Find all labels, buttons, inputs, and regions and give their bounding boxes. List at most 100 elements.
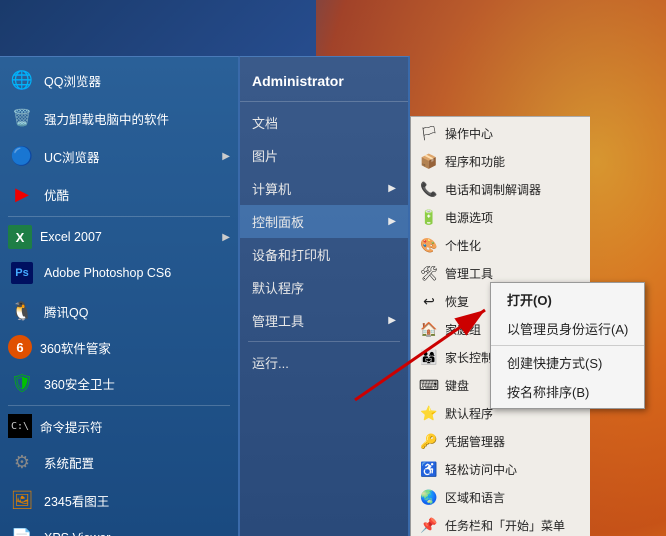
sidebar-item-photoshop[interactable]: Ps Adobe Photoshop CS6 (0, 254, 238, 292)
middle-divider (248, 341, 400, 342)
middle-item-manage-tools[interactable]: 管理工具 ▶ (240, 304, 408, 337)
taskbar-label: 任务栏和「开始」菜单 (445, 517, 565, 534)
divider-1 (8, 216, 230, 217)
computer-label: 计算机 (252, 179, 291, 198)
username-label: Administrator (252, 73, 344, 89)
personalization-label: 个性化 (445, 237, 481, 254)
sidebar-item-2345viewer[interactable]: 🖼 2345看图王 (0, 481, 238, 519)
right-item-region-language[interactable]: 🌏 区域和语言 (411, 483, 590, 511)
credential-manager-icon: 🔑 (419, 431, 439, 451)
sidebar-item-qq-browser[interactable]: 🌐 QQ浏览器 (0, 61, 238, 99)
documents-label: 文档 (252, 113, 278, 132)
excel-icon: X (8, 225, 32, 249)
uc-browser-label: UC浏览器 (44, 147, 100, 166)
xps-viewer-icon: 📄 (8, 524, 36, 536)
context-run-as-admin-label: 以管理员身份运行(A) (507, 322, 628, 337)
middle-item-pictures[interactable]: 图片 (240, 139, 408, 172)
parental-controls-label: 家长控制 (445, 349, 493, 366)
tencent-qq-label: 腾讯QQ (44, 302, 88, 321)
admin-tools-label: 管理工具 (445, 265, 493, 282)
default-programs-label: 默认程序 (252, 278, 304, 297)
middle-item-control-panel[interactable]: 控制面板 ▶ (240, 205, 408, 238)
sidebar-item-youku[interactable]: ▶ 优酷 (0, 175, 238, 213)
sidebar-item-360-manager[interactable]: 6 360软件管家 (0, 330, 238, 364)
photoshop-icon: Ps (8, 259, 36, 287)
middle-item-default-programs[interactable]: 默认程序 (240, 271, 408, 304)
right-item-phone-modem[interactable]: 📞 电话和调制解调器 (411, 175, 590, 203)
credential-manager-label: 凭据管理器 (445, 433, 505, 450)
context-item-run-as-admin[interactable]: 以管理员身份运行(A) (491, 314, 644, 343)
youku-label: 优酷 (44, 185, 69, 204)
power-options-label: 电源选项 (445, 209, 493, 226)
excel-label: Excel 2007 (40, 230, 102, 244)
default-programs2-icon: ⭐ (419, 403, 439, 423)
context-create-shortcut-label: 创建快捷方式(S) (507, 356, 602, 371)
taskbar-icon: 📌 (419, 515, 439, 535)
context-rename-label: 按名称排序(B) (507, 385, 589, 400)
context-menu: 打开(O) 以管理员身份运行(A) 创建快捷方式(S) 按名称排序(B) (490, 282, 645, 409)
ease-of-access-icon: ♿ (419, 459, 439, 479)
control-panel-label: 控制面板 (252, 212, 304, 231)
xps-viewer-label: XPS Viewer (44, 531, 110, 536)
context-item-create-shortcut[interactable]: 创建快捷方式(S) (491, 348, 644, 377)
360-manager-label: 360软件管家 (40, 338, 111, 357)
right-item-credential-manager[interactable]: 🔑 凭据管理器 (411, 427, 590, 455)
programs-features-label: 程序和功能 (445, 153, 505, 170)
computer-arrow: ▶ (388, 183, 396, 194)
middle-item-computer[interactable]: 计算机 ▶ (240, 172, 408, 205)
homegroup-icon: 🏠 (419, 319, 439, 339)
middle-item-documents[interactable]: 文档 (240, 106, 408, 139)
context-divider (491, 345, 644, 346)
photoshop-label: Adobe Photoshop CS6 (44, 266, 171, 280)
sidebar-item-excel[interactable]: X Excel 2007 ▶ (0, 220, 238, 254)
right-item-personalization[interactable]: 🎨 个性化 (411, 231, 590, 259)
region-language-icon: 🌏 (419, 487, 439, 507)
divider-2 (8, 405, 230, 406)
qq-browser-icon: 🌐 (8, 66, 36, 94)
sidebar-item-cmd[interactable]: C:\ 命令提示符 (0, 409, 238, 443)
middle-item-run[interactable]: 运行... (240, 346, 408, 379)
sidebar-item-360-guard[interactable]: 🛡 360安全卫士 (0, 364, 238, 402)
360-guard-icon: 🛡 (8, 369, 36, 397)
start-menu-middle-panel: Administrator 文档 图片 计算机 ▶ 控制面板 ▶ 设备和打印机 … (240, 56, 410, 536)
2345viewer-icon: 🖼 (8, 486, 36, 514)
sidebar-item-uninstall[interactable]: 🗑️ 强力卸载电脑中的软件 (0, 99, 238, 137)
sidebar-item-xps-viewer[interactable]: 📄 XPS Viewer (0, 519, 238, 536)
right-item-action-center[interactable]: 🏳 操作中心 (411, 119, 590, 147)
right-item-taskbar-startmenu[interactable]: 📌 任务栏和「开始」菜单 (411, 511, 590, 536)
right-item-power-options[interactable]: 🔋 电源选项 (411, 203, 590, 231)
sidebar-item-sysconfig[interactable]: ⚙ 系统配置 (0, 443, 238, 481)
manage-tools-label: 管理工具 (252, 311, 304, 330)
devices-printers-label: 设备和打印机 (252, 245, 330, 264)
uc-browser-arrow: ▶ (222, 151, 230, 162)
region-language-label: 区域和语言 (445, 489, 505, 506)
middle-item-devices-printers[interactable]: 设备和打印机 (240, 238, 408, 271)
tencent-qq-icon: 🐧 (8, 297, 36, 325)
keyboard-icon: ⌨ (419, 375, 439, 395)
uc-browser-icon: 🔵 (8, 142, 36, 170)
sidebar-item-uc-browser[interactable]: 🔵 UC浏览器 ▶ (0, 137, 238, 175)
right-item-programs-features[interactable]: 📦 程序和功能 (411, 147, 590, 175)
manage-tools-arrow: ▶ (388, 315, 396, 326)
control-panel-arrow: ▶ (388, 216, 396, 227)
admin-tools-icon: 🛠 (419, 263, 439, 283)
start-menu-left-panel: 🌐 QQ浏览器 🗑️ 强力卸载电脑中的软件 🔵 UC浏览器 ▶ ▶ 优酷 (0, 56, 240, 536)
qq-browser-label: QQ浏览器 (44, 71, 101, 90)
360-guard-label: 360安全卫士 (44, 374, 115, 393)
context-item-rename[interactable]: 按名称排序(B) (491, 377, 644, 406)
parental-controls-icon: 👨‍👩‍👧 (419, 347, 439, 367)
keyboard-label: 键盘 (445, 377, 469, 394)
sidebar-item-tencent-qq[interactable]: 🐧 腾讯QQ (0, 292, 238, 330)
right-item-ease-of-access[interactable]: ♿ 轻松访问中心 (411, 455, 590, 483)
sysconfig-label: 系统配置 (44, 453, 94, 472)
context-item-open[interactable]: 打开(O) (491, 285, 644, 314)
action-center-label: 操作中心 (445, 125, 493, 142)
2345viewer-label: 2345看图王 (44, 491, 109, 510)
excel-arrow: ▶ (222, 232, 230, 243)
phone-modem-label: 电话和调制解调器 (445, 181, 541, 198)
uninstall-icon: 🗑️ (8, 104, 36, 132)
recovery-label: 恢复 (445, 293, 469, 310)
homegroup-label: 家庭组 (445, 321, 481, 338)
context-open-label: 打开(O) (507, 293, 552, 308)
programs-features-icon: 📦 (419, 151, 439, 171)
